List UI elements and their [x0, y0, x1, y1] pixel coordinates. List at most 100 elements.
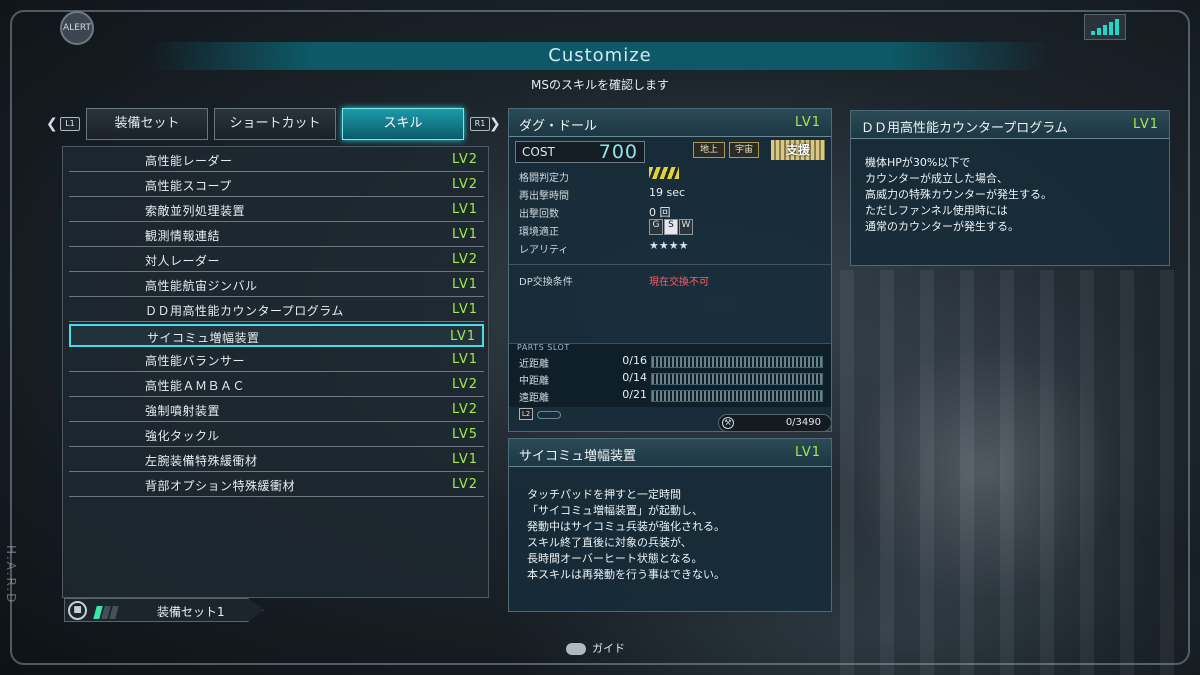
env-space-badge: 宇宙 [729, 142, 759, 158]
skill-row[interactable]: 対人レーダー LV2 [69, 249, 484, 272]
skill-name: 高性能ＡＭＢＡＣ [145, 379, 246, 393]
parts-capacity-value: 0/3490 [785, 417, 821, 428]
parts-range: 近距離 [519, 359, 549, 370]
skill-level: LV5 [452, 427, 478, 442]
title-bar: Customize [150, 42, 1050, 70]
parts-count: 0/21 [622, 388, 647, 401]
tab-prev-arrow-icon[interactable]: ❮ [46, 116, 58, 132]
skill-name: 高性能バランサー [145, 354, 246, 368]
skill-name: 高性能スコープ [145, 179, 232, 193]
loadout-bars [93, 604, 119, 622]
skill-row[interactable]: 高性能レーダー LV2 [69, 149, 484, 172]
skill-detail-description: タッチパッドを押すと一定時間 「サイコミュ増幅装置」が起動し、 発動中はサイコミ… [527, 488, 725, 581]
stat-label: 出撃回数 [519, 209, 559, 220]
skill-row[interactable]: 高性能バランサー LV1 [69, 349, 484, 372]
skill-level: LV2 [452, 377, 478, 392]
skill-level: LV1 [452, 277, 478, 292]
stat-value: 0 回 [649, 206, 671, 219]
r1-button-hint: R1 [470, 117, 490, 131]
tab-loadout[interactable]: 装備セット [86, 108, 208, 140]
parts-slot-title: PARTS SLOT [517, 343, 570, 352]
skill-name: 索敵並列処理装置 [145, 204, 246, 218]
skill-name: 左腕装備特殊緩衝材 [145, 454, 258, 468]
parts-slot: PARTS SLOT 近距離 0/16 中距離 0/14 遠距離 0/21 [509, 343, 831, 407]
page-dots-icon [537, 411, 561, 419]
skill-row[interactable]: 強化タックル LV5 [69, 424, 484, 447]
parts-row: 中距離 0/14 [517, 371, 827, 387]
right-skill-level: LV1 [1133, 117, 1159, 132]
stat-label: 環境適正 [519, 227, 559, 238]
skill-row[interactable]: 高性能ＡＭＢＡＣ LV2 [69, 374, 484, 397]
skill-list: 高性能レーダー LV2 高性能スコープ LV2 索敵並列処理装置 LV1 観測情報連結… [62, 146, 489, 598]
ms-info-panel: ダグ・ドール LV1 COST 700 地上 宇宙 支援 格闘判定力 再出撃時間… [508, 108, 832, 432]
skill-level: LV1 [452, 202, 478, 217]
skill-name: 対人レーダー [145, 254, 221, 268]
skill-level: LV2 [452, 402, 478, 417]
grade-space: S [664, 219, 678, 235]
divider [509, 264, 831, 265]
skill-row[interactable]: ＤＤ用高性能カウンタープログラム LV1 [69, 299, 484, 322]
background-mobile-suit [840, 270, 1200, 675]
wrench-icon: ⚒ [722, 417, 734, 429]
parts-range: 遠距離 [519, 393, 549, 404]
right-skill-description: 機体HPが30%以下で カウンターが成立した場合、 高威力の特殊カウンターが発生… [865, 156, 1052, 233]
page-title: Customize [548, 45, 652, 66]
ms-header: ダグ・ドール LV1 [509, 109, 831, 137]
l1-button-hint: L1 [60, 117, 80, 131]
skill-row-selected[interactable]: サイコミュ増幅装置 LV1 [69, 324, 484, 347]
parts-range: 中距離 [519, 376, 549, 387]
alert-icon: ALERT [60, 11, 94, 45]
tab-next-arrow-icon[interactable]: ❯ [489, 116, 501, 132]
parts-capacity-counter: ⚒ 0/3490 [718, 414, 832, 432]
skill-detail-panel: サイコミュ増幅装置 LV1 タッチパッドを押すと一定時間 「サイコミュ増幅装置」… [508, 438, 832, 612]
parts-count: 0/16 [622, 354, 647, 367]
skill-row[interactable]: 高性能スコープ LV2 [69, 174, 484, 197]
skill-detail-header: サイコミュ増幅装置 LV1 [509, 439, 831, 467]
skill-row[interactable]: 背部オプション特殊緩衝材 LV2 [69, 474, 484, 497]
skill-name: 背部オプション特殊緩衝材 [145, 479, 296, 493]
skill-level: LV2 [452, 152, 478, 167]
guide-label: ガイド [592, 642, 625, 655]
parts-row: 近距離 0/16 [517, 354, 827, 370]
skill-row[interactable]: 左腕装備特殊緩衝材 LV1 [69, 449, 484, 472]
right-skill-header: ＤＤ用高性能カウンタープログラム LV1 [851, 111, 1169, 139]
tab-skill[interactable]: スキル [342, 108, 464, 140]
rarity-stars: ★★★★ [649, 239, 689, 252]
ms-level: LV1 [795, 115, 821, 130]
parts-count: 0/14 [622, 371, 647, 384]
page-subtitle: MSのスキルを確認します [531, 78, 669, 92]
skill-detail-name: サイコミュ増幅装置 [519, 449, 637, 464]
l2-button-hint: L2 [519, 408, 533, 420]
skill-row[interactable]: 高性能航宙ジンバル LV1 [69, 274, 484, 297]
cost-value: 700 [598, 141, 638, 163]
skill-row[interactable]: 索敵並列処理装置 LV1 [69, 199, 484, 222]
skill-name: サイコミュ増幅装置 [147, 331, 260, 345]
skill-name: 観測情報連結 [145, 229, 221, 243]
side-label: H.A.R.D [4, 545, 18, 605]
square-button-icon: ■ [68, 601, 87, 620]
signal-strength-icon [1084, 14, 1126, 40]
skill-detail-level: LV1 [795, 445, 821, 460]
skill-level: LV1 [450, 329, 476, 344]
right-skill-panel: ＤＤ用高性能カウンタープログラム LV1 機体HPが30%以下で カウンターが成… [850, 110, 1170, 266]
guide-hint[interactable]: ガイド [566, 640, 625, 656]
tab-shortcut[interactable]: ショートカット [214, 108, 336, 140]
dp-label: DP交換条件 [519, 277, 573, 288]
env-grades: GSW [649, 219, 694, 235]
parts-row: 遠距離 0/21 [517, 388, 827, 404]
stat-label: 再出撃時間 [519, 191, 569, 202]
skill-level: LV2 [452, 177, 478, 192]
skill-row[interactable]: 観測情報連結 LV1 [69, 224, 484, 247]
ms-type-badge: 支援 [771, 140, 825, 160]
skill-level: LV1 [452, 302, 478, 317]
loadout-indicator[interactable]: ■ 装備セット1 [64, 598, 264, 622]
dp-value: 現在交換不可 [649, 277, 709, 288]
loadout-label: 装備セット1 [157, 605, 225, 619]
cost-box: COST 700 [515, 141, 645, 163]
skill-name: 強化タックル [145, 429, 220, 443]
skill-name: 高性能レーダー [145, 154, 233, 168]
skill-row[interactable]: 強制噴射装置 LV2 [69, 399, 484, 422]
touchpad-icon [566, 643, 586, 655]
stat-label: レアリティ [519, 245, 569, 256]
grade-water: W [679, 219, 693, 235]
